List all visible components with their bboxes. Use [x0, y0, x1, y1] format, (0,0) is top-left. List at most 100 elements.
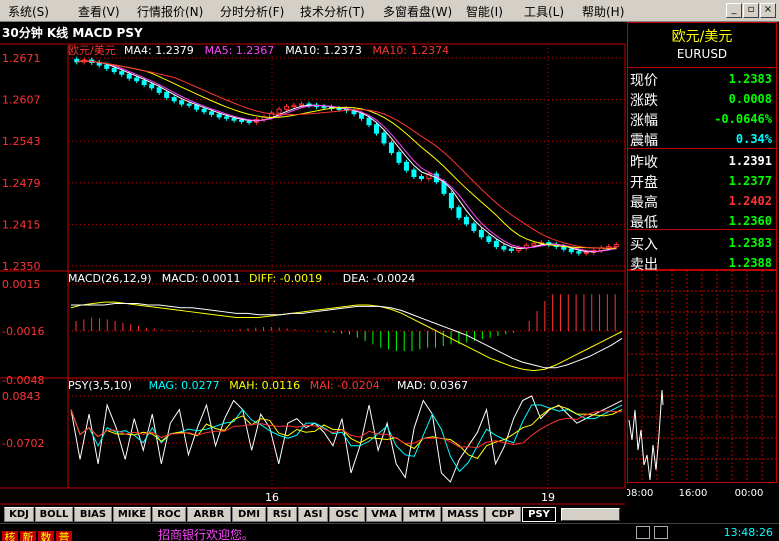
- tab-vma[interactable]: VMA: [366, 507, 402, 522]
- candle: [111, 67, 117, 73]
- candle: [299, 103, 305, 106]
- candle: [403, 161, 409, 171]
- chart-title: 30分钟 K线 MACD PSY: [2, 26, 143, 40]
- price-tick-label: 1.2607: [2, 94, 41, 107]
- quote-label: 买入: [630, 237, 658, 253]
- instrument-name: 欧元/美元: [671, 29, 733, 45]
- candle: [171, 97, 177, 102]
- mini-time-label: 08:00: [627, 488, 653, 499]
- tab-asi[interactable]: ASI: [298, 507, 328, 522]
- candle: [104, 64, 110, 69]
- tab-psy[interactable]: PSY: [522, 507, 556, 522]
- psy-legend: MAD: 0.0367: [397, 379, 468, 392]
- status-badge[interactable]: 核: [2, 531, 18, 541]
- candle: [613, 244, 619, 248]
- network-icon[interactable]: [654, 526, 668, 539]
- candle: [388, 142, 394, 154]
- candle: [358, 113, 364, 119]
- quote-row: 涨幅 -0.0646%: [628, 109, 776, 129]
- candle: [276, 108, 282, 114]
- menu-help[interactable]: 帮助(H): [582, 3, 624, 20]
- status-bar: 核新数普 招商银行欢迎您。 13:48:26: [0, 523, 779, 541]
- candle: [396, 152, 402, 163]
- candle: [568, 248, 574, 253]
- horizontal-scrollbar[interactable]: [561, 508, 620, 521]
- candle: [486, 236, 492, 242]
- candle: [201, 108, 207, 113]
- candle: [239, 119, 245, 123]
- tab-osc[interactable]: OSC: [329, 507, 365, 522]
- price-legend: MA4: 1.2379: [124, 44, 194, 57]
- x-tick-label: 16: [265, 491, 279, 504]
- menu-technical[interactable]: 技术分析(T): [300, 3, 365, 20]
- minimize-button[interactable]: _: [726, 3, 742, 18]
- clock: 13:48:26: [723, 526, 773, 539]
- tab-rsi[interactable]: RSI: [267, 507, 297, 522]
- menu-smart[interactable]: 智能(I): [466, 3, 503, 20]
- quote-row: 涨跌 0.0008: [628, 89, 776, 109]
- menu-intraday[interactable]: 分时分析(F): [220, 3, 284, 20]
- tab-cdp[interactable]: CDP: [485, 507, 521, 522]
- restore-button[interactable]: ▫: [743, 3, 759, 18]
- status-badge[interactable]: 数: [38, 531, 54, 541]
- x-tick-label: 19: [541, 491, 555, 504]
- quote-value: 1.2360: [728, 214, 772, 228]
- tab-roc[interactable]: ROC: [152, 507, 186, 522]
- candle: [478, 229, 484, 238]
- candle: [576, 251, 582, 254]
- quote-value: 1.2391: [728, 154, 772, 168]
- mini-time-label: 00:00: [735, 488, 764, 499]
- chart-area[interactable]: 1.2671 1.2607 1.2543 1.2479 1.2415 1.2350 0.00…: [0, 22, 627, 506]
- candle: [366, 117, 372, 126]
- macd-legend: MACD: 0.0011: [162, 272, 241, 285]
- candle: [508, 248, 514, 251]
- menu-view[interactable]: 查看(V): [78, 3, 120, 20]
- quote-label: 涨幅: [630, 113, 658, 129]
- close-button[interactable]: ×: [760, 3, 776, 18]
- psy-legend: MAI: -0.0204: [310, 379, 380, 392]
- macd-diff-line: [70, 301, 623, 372]
- quote-row: 买入 1.2383: [628, 233, 776, 253]
- candle: [321, 106, 327, 109]
- menu-multiwin[interactable]: 多窗看盘(W): [383, 3, 452, 20]
- menu-tools[interactable]: 工具(L): [524, 3, 564, 20]
- candle: [471, 223, 477, 231]
- candle: [156, 87, 162, 93]
- price-tick-label: 1.2350: [2, 260, 41, 273]
- candle: [456, 207, 462, 218]
- psy-legend: MAH: 0.0116: [229, 379, 300, 392]
- status-marquee: 招商银行欢迎您。: [158, 528, 255, 541]
- quote-row: 昨收 1.2391: [628, 151, 776, 171]
- candle: [134, 77, 140, 82]
- macd-tick-label: -0.0048: [2, 374, 44, 387]
- quote-value: 0.34%: [735, 132, 772, 146]
- tab-bias[interactable]: BIAS: [74, 507, 112, 522]
- tab-arbr[interactable]: ARBR: [187, 507, 231, 522]
- price-tick-label: 1.2415: [2, 218, 41, 231]
- candle: [418, 176, 424, 180]
- menu-system[interactable]: 系统(S): [8, 3, 49, 20]
- quote-value: 1.2383: [728, 236, 772, 250]
- menu-quotes[interactable]: 行情报价(N): [137, 3, 203, 20]
- status-badge[interactable]: 普: [56, 531, 72, 541]
- tab-boll[interactable]: BOLL: [35, 507, 73, 522]
- candle: [448, 192, 454, 209]
- quote-label: 最高: [630, 195, 658, 211]
- candle: [336, 108, 342, 111]
- menu-bar: 系统(S) 查看(V) 行情报价(N) 分时分析(F) 技术分析(T) 多窗看盘…: [0, 0, 779, 22]
- status-badge[interactable]: 新: [20, 531, 36, 541]
- tab-mtm[interactable]: MTM: [403, 507, 441, 522]
- instrument-code: EURUSD: [676, 47, 728, 61]
- candle: [246, 121, 252, 124]
- candle: [141, 80, 147, 86]
- psy-tick-label: -0.0702: [2, 437, 44, 450]
- intraday-mini-chart[interactable]: 08:00 16:00 00:00: [627, 270, 777, 502]
- tab-mike[interactable]: MIKE: [113, 507, 151, 522]
- candle: [493, 240, 499, 248]
- candle: [531, 242, 537, 246]
- tab-kdj[interactable]: KDJ: [4, 507, 34, 522]
- tab-dmi[interactable]: DMI: [232, 507, 266, 522]
- quote-label: 震幅: [630, 133, 658, 149]
- tab-mass[interactable]: MASS: [442, 507, 484, 522]
- monitor-icon[interactable]: [636, 526, 650, 539]
